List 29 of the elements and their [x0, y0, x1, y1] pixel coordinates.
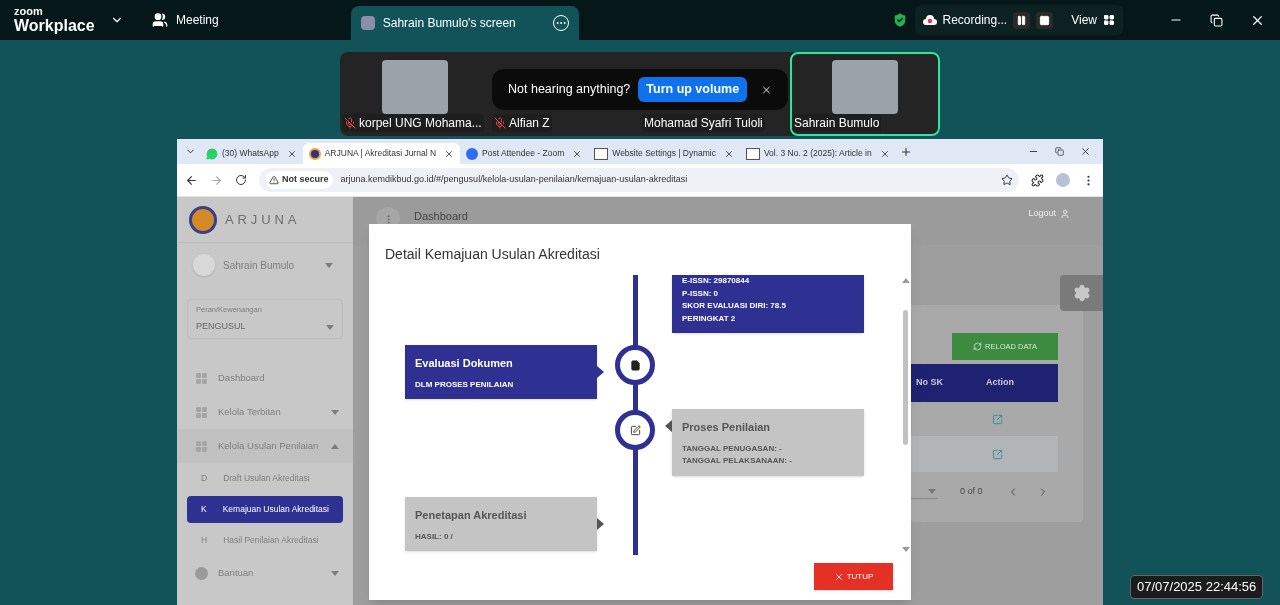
column-header: No SK	[916, 376, 944, 390]
recording-label: Recording...	[942, 12, 1008, 29]
participant-name: korpel UNG Mohama...	[342, 114, 484, 132]
timestamp-overlay: 07/07/2025 22:44:56	[1130, 575, 1264, 599]
timeline-card-line: TANGGAL PENUGASAN: -	[682, 442, 783, 455]
user-name: Sahrain Bumulo	[223, 258, 296, 273]
role-value: PENGUSUL	[196, 320, 246, 334]
timeline-card-line: PERINGKAT 2	[682, 312, 737, 325]
prompt-text: Not hearing anything?	[508, 81, 631, 99]
timeline-card-line: P-ISSN: 0	[682, 287, 719, 300]
participant-name: Mohamad Syafri Tuloli	[642, 114, 765, 132]
timeline-card-line: HASIL: 0 /	[415, 530, 454, 543]
page-heading: Dashboard	[414, 210, 469, 223]
site-logo-text: ARJUNA	[225, 210, 301, 229]
participant-name: Sahrain Bumulo	[792, 114, 882, 132]
modal-title: Detail Kemajuan Usulan Akreditasi	[385, 246, 600, 262]
timeline-card-line: DLM PROSES PENILAIAN	[415, 378, 515, 391]
timeline-card-line: SKOR EVALUASI DIRI: 78.5	[682, 300, 787, 312]
column-header: Action	[986, 376, 1014, 390]
pagination-label: 0 of 0	[960, 485, 983, 499]
participant-name: Alfian Z	[492, 114, 552, 132]
app-logo-small: zoom	[14, 5, 44, 17]
timeline-card-title: Evaluasi Dokumen	[415, 356, 514, 371]
app-logo-name: Workplace	[14, 16, 96, 35]
timeline-card-line: TANGGAL PELAKSANAAN: -	[682, 455, 793, 467]
url-text: arjuna.kemdikbud.go.id/#/pengusul/kelola-usulan-penilaian/kemajuan-usulan-akreditasi	[340, 173, 688, 187]
timeline-card-title: Proses Penilaian	[682, 420, 772, 435]
timeline-card-title: Penetapan Akreditasi	[415, 508, 528, 523]
timeline-card-line: E-ISSN: 29870844	[682, 275, 751, 287]
